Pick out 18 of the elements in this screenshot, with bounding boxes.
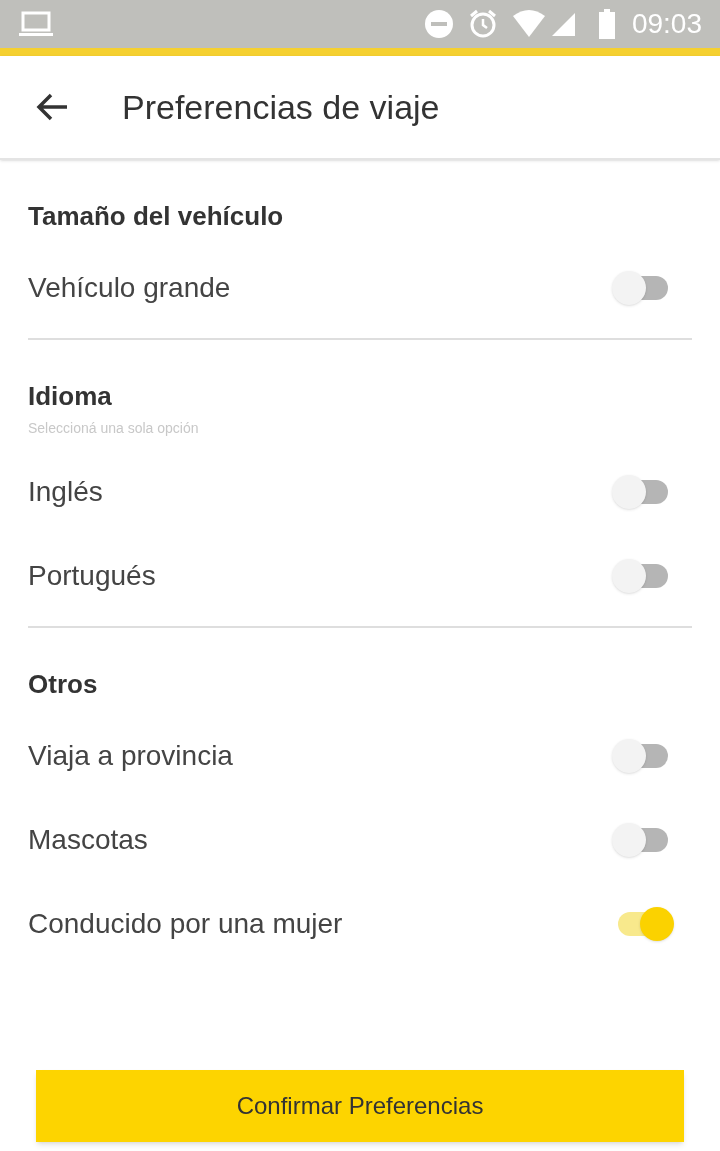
option-label: Vehículo grande xyxy=(28,271,231,305)
section-header: Otros xyxy=(28,667,99,701)
section-header: Tamaño del vehículo xyxy=(28,199,285,233)
option-label: Conducido por una mujer xyxy=(28,907,343,941)
option-label: Mascotas xyxy=(28,823,148,857)
wifi-icon xyxy=(511,10,546,38)
do-not-disturb-icon xyxy=(423,9,454,39)
option-label: Portugués xyxy=(28,559,156,593)
alarm-icon xyxy=(467,9,498,39)
screen-title: Preferencias de viaje xyxy=(122,86,440,128)
laptop-icon xyxy=(18,10,54,38)
section-header: Idioma xyxy=(28,379,113,413)
back-arrow-icon xyxy=(35,92,69,122)
battery-icon xyxy=(597,9,616,39)
option-label: Inglés xyxy=(28,475,103,509)
status-time: 09:03 xyxy=(631,7,702,41)
confirm-button[interactable]: Confirmar Preferencias xyxy=(36,1070,684,1142)
option-label: Viaja a provincia xyxy=(28,739,233,773)
